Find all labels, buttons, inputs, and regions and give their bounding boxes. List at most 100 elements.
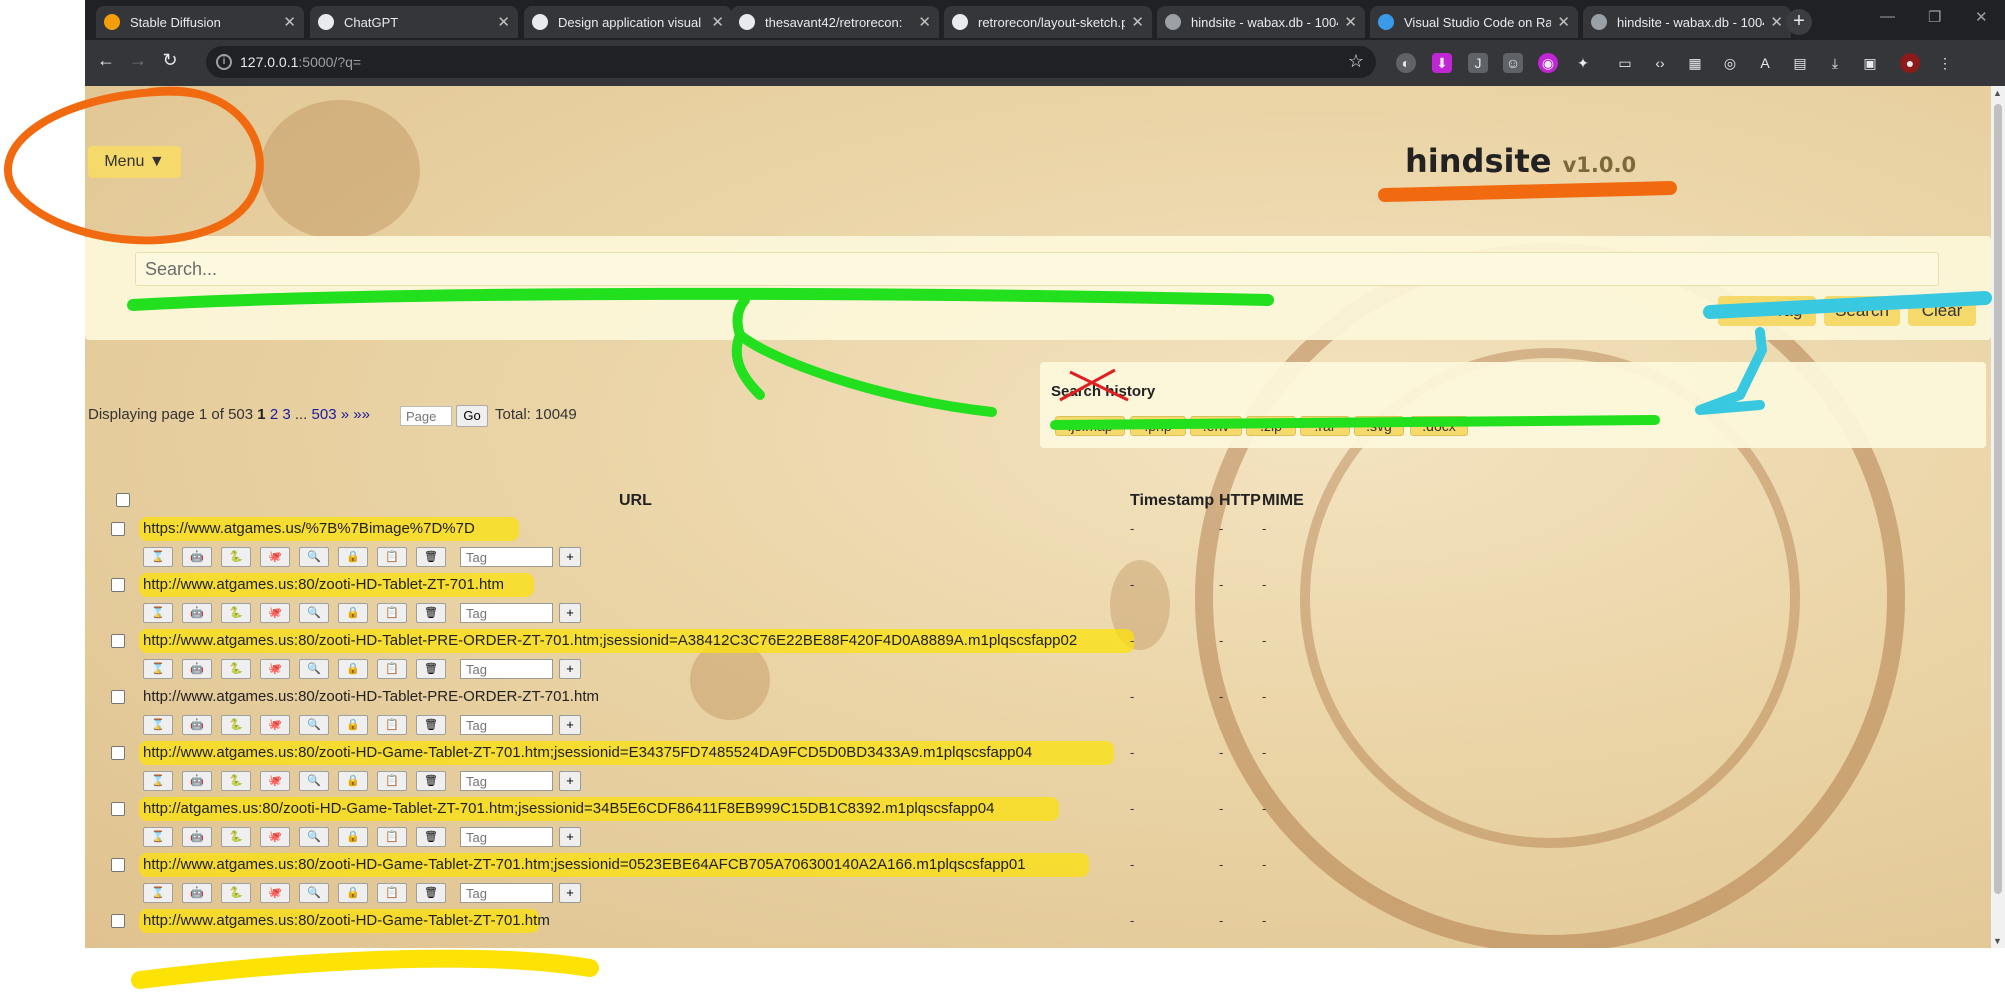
minimize-icon[interactable]: — [1880, 8, 1895, 25]
hourglass-icon[interactable]: ⌛ [143, 603, 173, 623]
lock-icon[interactable]: 🔒 [338, 827, 368, 847]
row-checkbox[interactable] [111, 690, 125, 704]
clipboard-icon[interactable]: 📋 [377, 715, 407, 735]
url-text[interactable]: 127.0.0.1:5000/?q= [240, 54, 361, 70]
history-chip[interactable]: .zip [1246, 416, 1296, 436]
menu-button[interactable]: Menu ▼ [88, 146, 181, 178]
history-chip[interactable]: .php [1130, 416, 1186, 436]
media-icon[interactable]: ▣ [1860, 53, 1880, 73]
extension-j-icon[interactable]: J [1468, 53, 1488, 73]
row-checkbox[interactable] [111, 634, 125, 648]
lock-icon[interactable]: 🔒 [338, 547, 368, 567]
clipboard-icon[interactable]: 📋 [377, 547, 407, 567]
scrollbar-thumb[interactable] [1994, 104, 2002, 894]
row-checkbox[interactable] [111, 914, 125, 928]
magnifier-icon[interactable]: 🔍 [299, 547, 329, 567]
snake-icon[interactable]: 🐍 [221, 827, 251, 847]
translate-icon[interactable]: A [1755, 53, 1775, 73]
magnifier-icon[interactable]: 🔍 [299, 715, 329, 735]
scrollbar[interactable]: ▲ ▼ [1991, 86, 2005, 948]
lock-icon[interactable]: 🔒 [338, 771, 368, 791]
clipboard-icon[interactable]: 📋 [377, 883, 407, 903]
snake-icon[interactable]: 🐍 [221, 603, 251, 623]
lock-icon[interactable]: 🔒 [338, 715, 368, 735]
extensions-puzzle-icon[interactable]: ✦ [1573, 53, 1593, 73]
history-chip[interactable]: .js.map [1055, 416, 1125, 436]
octopus-icon[interactable]: 🐙 [260, 547, 290, 567]
tab-close-icon[interactable]: ✕ [497, 13, 510, 31]
new-tab-button[interactable]: + [1786, 9, 1812, 35]
site-info-icon[interactable]: i [216, 54, 232, 70]
screenshot-icon[interactable]: ◎ [1720, 53, 1740, 73]
browser-tab[interactable]: ChatGPT ✕ [310, 6, 518, 38]
side-panel-icon[interactable]: ▤ [1790, 53, 1810, 73]
lock-icon[interactable]: 🔒 [338, 883, 368, 903]
save-tag-button[interactable]: Save Tag [1718, 296, 1816, 326]
download-extension-icon[interactable]: ⬇ [1432, 53, 1452, 73]
robot-icon[interactable]: 🤖 [182, 883, 212, 903]
trash-icon[interactable]: 🗑 [416, 659, 446, 679]
row-tag-input[interactable] [460, 771, 553, 791]
trash-icon[interactable]: 🗑 [416, 771, 446, 791]
robot-icon[interactable]: 🤖 [182, 659, 212, 679]
clipboard-icon[interactable]: 📋 [377, 771, 407, 791]
row-tag-add-button[interactable]: + [559, 771, 581, 791]
row-tag-add-button[interactable]: + [559, 547, 581, 567]
octopus-icon[interactable]: 🐙 [260, 715, 290, 735]
row-url-link[interactable]: http://www.atgames.us:80/zooti-HD-Game-T… [143, 912, 550, 929]
trash-icon[interactable]: 🗑 [416, 715, 446, 735]
magnifier-icon[interactable]: 🔍 [299, 827, 329, 847]
browser-tab[interactable]: hindsite - wabax.db - 1004 ✕ [1157, 6, 1365, 38]
scroll-down-icon[interactable]: ▼ [1993, 936, 2002, 946]
trash-icon[interactable]: 🗑 [416, 547, 446, 567]
tab-close-icon[interactable]: ✕ [918, 13, 931, 31]
snake-icon[interactable]: 🐍 [221, 771, 251, 791]
qr-icon[interactable]: ▦ [1685, 53, 1705, 73]
row-url-link[interactable]: http://atgames.us:80/zooti-HD-Game-Table… [143, 800, 994, 817]
browser-tab[interactable]: Visual Studio Code on Ras ✕ [1370, 6, 1578, 38]
page-number-input[interactable] [400, 406, 452, 426]
row-url-link[interactable]: http://www.atgames.us:80/zooti-HD-Tablet… [143, 576, 504, 593]
row-tag-add-button[interactable]: + [559, 883, 581, 903]
browser-tab[interactable]: hindsite - wabax.db - 1004 ✕ [1583, 6, 1791, 38]
restore-icon[interactable]: ❐ [1928, 8, 1941, 26]
magnifier-icon[interactable]: 🔍 [299, 883, 329, 903]
row-checkbox[interactable] [111, 858, 125, 872]
profile-avatar[interactable]: ● [1900, 53, 1920, 73]
address-bar[interactable]: i 127.0.0.1:5000/?q= ☆ [206, 46, 1376, 78]
robot-icon[interactable]: 🤖 [182, 827, 212, 847]
row-tag-add-button[interactable]: + [559, 827, 581, 847]
browser-tab[interactable]: Stable Diffusion ✕ [96, 6, 304, 38]
robot-icon[interactable]: 🤖 [182, 547, 212, 567]
search-input[interactable] [135, 252, 1939, 286]
pagination-link[interactable]: 2 [270, 406, 278, 423]
pagination-next[interactable]: » [341, 406, 349, 423]
hourglass-icon[interactable]: ⌛ [143, 659, 173, 679]
browser-tab[interactable]: retrorecon/layout-sketch.p ✕ [944, 6, 1152, 38]
trash-icon[interactable]: 🗑 [416, 883, 446, 903]
kebab-menu-icon[interactable]: ⋮ [1935, 53, 1955, 73]
code-icon[interactable]: ‹› [1650, 53, 1670, 73]
history-chip[interactable]: .rar [1300, 416, 1350, 436]
downloads-icon[interactable]: ⤓ [1825, 53, 1845, 73]
row-url-link[interactable]: https://www.atgames.us/%7B%7Bimage%7D%7D [143, 520, 475, 537]
row-tag-input[interactable] [460, 883, 553, 903]
select-all-checkbox[interactable] [116, 493, 130, 507]
history-chip[interactable]: .env [1190, 416, 1242, 436]
snake-icon[interactable]: 🐍 [221, 883, 251, 903]
hourglass-icon[interactable]: ⌛ [143, 883, 173, 903]
row-checkbox[interactable] [111, 522, 125, 536]
pagination-end[interactable]: »» [353, 406, 370, 423]
history-chip[interactable]: .svg [1354, 416, 1404, 436]
snake-icon[interactable]: 🐍 [221, 715, 251, 735]
row-tag-add-button[interactable]: + [559, 659, 581, 679]
cast-icon[interactable]: ▭ [1615, 53, 1635, 73]
row-checkbox[interactable] [111, 802, 125, 816]
clear-button[interactable]: Clear [1908, 296, 1976, 326]
go-button[interactable]: Go [456, 405, 488, 427]
tab-close-icon[interactable]: ✕ [1557, 13, 1570, 31]
octopus-icon[interactable]: 🐙 [260, 883, 290, 903]
octopus-icon[interactable]: 🐙 [260, 771, 290, 791]
row-url-link[interactable]: http://www.atgames.us:80/zooti-HD-Tablet… [143, 688, 599, 705]
octopus-icon[interactable]: 🐙 [260, 659, 290, 679]
